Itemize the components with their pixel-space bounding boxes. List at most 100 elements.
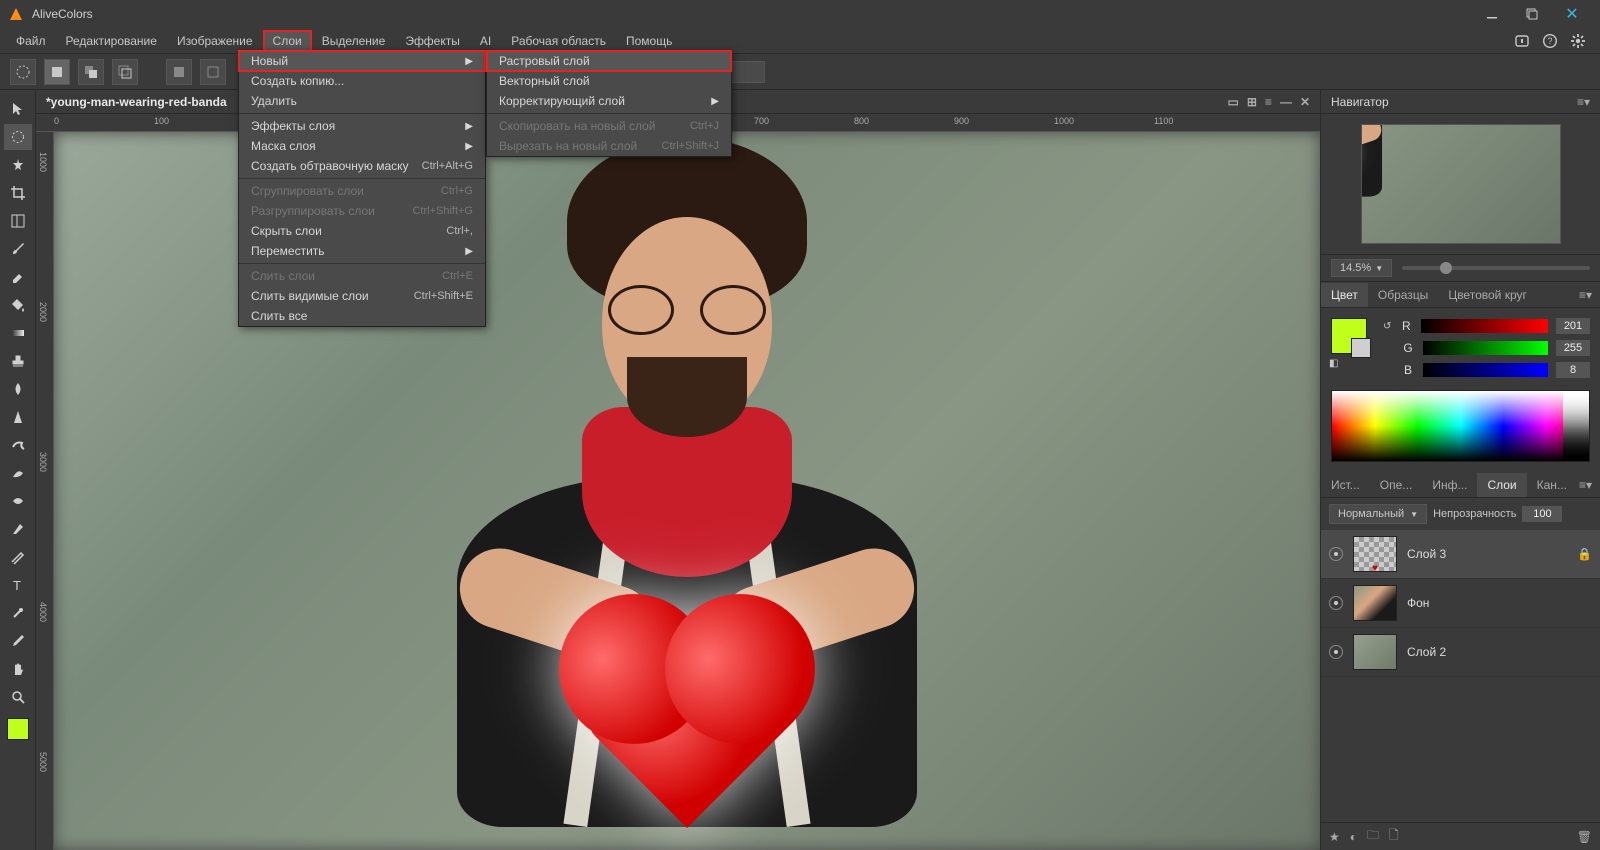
tool-text[interactable]: T: [4, 572, 32, 598]
menu-image[interactable]: Изображение: [167, 30, 263, 52]
tab-view-b-icon[interactable]: ⊞: [1247, 95, 1257, 109]
channel-b-slider[interactable]: [1423, 363, 1548, 377]
tool-selection[interactable]: [4, 124, 32, 150]
settings-icon[interactable]: [1568, 31, 1588, 51]
layer-fx-icon[interactable]: ★: [1329, 830, 1340, 844]
color-swatch-background[interactable]: [1351, 338, 1371, 358]
blend-mode-combo[interactable]: Нормальный▼: [1329, 504, 1427, 524]
tool-hand[interactable]: [4, 656, 32, 682]
layer-visibility-icon[interactable]: [1329, 645, 1343, 659]
tab-view-a-icon[interactable]: ▭: [1228, 95, 1239, 109]
channel-b-value[interactable]: 8: [1556, 362, 1590, 378]
opt-selection-sub[interactable]: [78, 59, 104, 85]
tool-zoom[interactable]: [4, 684, 32, 710]
zoom-value[interactable]: 14.5%▼: [1331, 259, 1392, 277]
tool-eyedropper[interactable]: [4, 628, 32, 654]
swap-colors-icon[interactable]: ◧: [1329, 358, 1338, 369]
opt-selection-new[interactable]: [10, 59, 36, 85]
tab-history[interactable]: Ист...: [1321, 473, 1370, 497]
channel-r-slider[interactable]: [1421, 319, 1548, 333]
menu-edit[interactable]: Редактирование: [56, 30, 167, 52]
layer-delete-icon[interactable]: 🗑: [1577, 830, 1592, 844]
menu-help[interactable]: Помощь: [616, 30, 682, 52]
layer-row[interactable]: Слой 3🔒: [1321, 530, 1600, 579]
tool-artistic-b[interactable]: [4, 488, 32, 514]
tab-layers[interactable]: Слои: [1477, 473, 1526, 497]
tool-artistic-a[interactable]: [4, 460, 32, 486]
opacity-value[interactable]: 100: [1522, 506, 1562, 522]
navigator-thumbnail[interactable]: [1321, 114, 1600, 254]
tool-pen[interactable]: [4, 516, 32, 542]
menu-item[interactable]: Слить видимые слоиCtrl+Shift+E: [239, 286, 485, 306]
tool-stamp[interactable]: [4, 348, 32, 374]
menu-item[interactable]: Растровый слой: [487, 51, 731, 71]
menu-effects[interactable]: Эффекты: [395, 30, 470, 52]
notification-icon[interactable]: [1512, 31, 1532, 51]
menu-item[interactable]: Создать копию...: [239, 71, 485, 91]
layer-visibility-icon[interactable]: [1329, 596, 1343, 610]
tool-move[interactable]: [4, 96, 32, 122]
opt-selection-add[interactable]: [44, 59, 70, 85]
opt-selection-intersect[interactable]: [112, 59, 138, 85]
tool-sharpen[interactable]: [4, 404, 32, 430]
channel-g-value[interactable]: 255: [1556, 340, 1590, 356]
layer-row[interactable]: Фон: [1321, 579, 1600, 628]
layer-visibility-icon[interactable]: [1329, 547, 1343, 561]
tool-brush[interactable]: [4, 236, 32, 262]
tool-magic-wand[interactable]: [4, 152, 32, 178]
layer-new-icon[interactable]: 🗋: [1389, 826, 1399, 847]
menu-ai[interactable]: AI: [470, 30, 501, 52]
tool-eraser[interactable]: [4, 264, 32, 290]
menu-item[interactable]: Скрыть слоиCtrl+,: [239, 221, 485, 241]
opt-mode-a[interactable]: [166, 59, 192, 85]
layer-group-icon[interactable]: 🗀: [1367, 826, 1379, 847]
close-button[interactable]: ✕: [1552, 0, 1592, 28]
tool-blur[interactable]: [4, 376, 32, 402]
menu-item[interactable]: Слить все: [239, 306, 485, 326]
tool-slice[interactable]: [4, 208, 32, 234]
channel-g-slider[interactable]: [1423, 341, 1548, 355]
tab-view-c-icon[interactable]: ≡: [1265, 95, 1272, 109]
menu-file[interactable]: Файл: [6, 30, 56, 52]
tab-colorwheel[interactable]: Цветовой круг: [1438, 283, 1537, 307]
menu-item[interactable]: Новый▶: [239, 51, 485, 71]
tool-shape[interactable]: [4, 544, 32, 570]
menu-item[interactable]: Маска слоя▶: [239, 136, 485, 156]
color-spectrum[interactable]: [1331, 390, 1590, 462]
tab-actions[interactable]: Опе...: [1370, 473, 1423, 497]
revert-color-icon[interactable]: ↺: [1383, 321, 1391, 332]
menu-item[interactable]: Корректирующий слой▶: [487, 91, 731, 111]
tool-gradient[interactable]: [4, 320, 32, 346]
layer-row[interactable]: Слой 2: [1321, 628, 1600, 677]
opt-mode-b[interactable]: [200, 59, 226, 85]
zoom-slider[interactable]: [1402, 266, 1590, 270]
menu-item[interactable]: Векторный слой: [487, 71, 731, 91]
tab-min-icon[interactable]: —: [1280, 95, 1292, 109]
tab-channels[interactable]: Кан...: [1527, 473, 1577, 497]
maximize-button[interactable]: [1512, 0, 1552, 28]
navigator-menu-icon[interactable]: ≡▾: [1577, 95, 1590, 109]
menu-item[interactable]: Удалить: [239, 91, 485, 111]
lock-icon[interactable]: 🔒: [1577, 547, 1592, 561]
tool-crop[interactable]: [4, 180, 32, 206]
minimize-button[interactable]: [1472, 0, 1512, 28]
menu-item[interactable]: Переместить▶: [239, 241, 485, 261]
channel-r-value[interactable]: 201: [1556, 318, 1590, 334]
menu-workspace[interactable]: Рабочая область: [501, 30, 616, 52]
tool-fill[interactable]: [4, 292, 32, 318]
menu-selection[interactable]: Выделение: [312, 30, 396, 52]
menu-item[interactable]: Эффекты слоя▶: [239, 116, 485, 136]
menu-layers[interactable]: Слои: [263, 30, 312, 52]
tool-dodge[interactable]: [4, 600, 32, 626]
help-icon[interactable]: ?: [1540, 31, 1560, 51]
tab-close-icon[interactable]: ✕: [1300, 95, 1310, 109]
tab-swatches[interactable]: Образцы: [1368, 283, 1438, 307]
layer-mask-icon[interactable]: ◐: [1350, 830, 1357, 844]
color-panel-menu-icon[interactable]: ≡▾: [1579, 288, 1600, 302]
tab-info[interactable]: Инф...: [1422, 473, 1477, 497]
tab-color[interactable]: Цвет: [1321, 283, 1368, 307]
tool-smudge[interactable]: [4, 432, 32, 458]
foreground-swatch[interactable]: [7, 718, 29, 740]
layers-panel-menu-icon[interactable]: ≡▾: [1579, 478, 1600, 492]
menu-item[interactable]: Создать обтравочную маскуCtrl+Alt+G: [239, 156, 485, 176]
